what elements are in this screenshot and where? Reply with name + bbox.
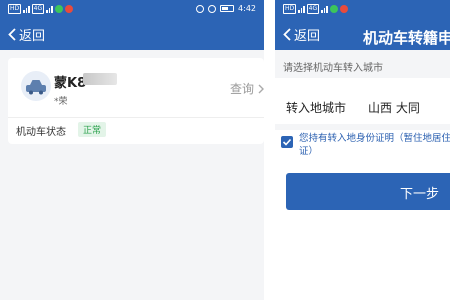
signal-icon (46, 5, 53, 13)
network-hd-badge: HD (283, 4, 297, 14)
section-separator (275, 124, 450, 130)
select-city-hint: 请选择机动车转入城市 (283, 63, 383, 74)
next-button[interactable]: 下一步 (286, 173, 450, 210)
signal-icon (321, 5, 328, 13)
battery-icon (220, 5, 235, 12)
back-button[interactable]: 返回 (283, 25, 320, 44)
id-proof-text: 您持有转入地身份证明（暂住地居住证） (299, 133, 450, 157)
city-value[interactable]: 山西 大同 (368, 99, 420, 116)
right-phone-screen: HD 4G 返回 机动车转籍申 请选择机动车转入城市 转入地城市 山西 大同 您… (275, 0, 450, 300)
divider (8, 117, 264, 118)
alert-icon (64, 5, 73, 13)
nav-bar: 返回 机动车转籍申 (275, 22, 450, 50)
network-4g-badge: 4G (306, 4, 320, 14)
wechat-icon (54, 5, 63, 13)
back-label: 返回 (19, 29, 46, 44)
chevron-left-icon (8, 28, 16, 41)
city-label: 转入地城市 (286, 101, 347, 115)
vehicle-card: 蒙K8 *荣 查询 机动车状态 正常 (8, 58, 264, 144)
back-button[interactable]: 返回 (8, 25, 45, 44)
network-hd-badge: HD (8, 4, 22, 14)
status-bar: HD 4G 4:42 (0, 0, 264, 18)
clock-time: 4:42 (238, 4, 256, 13)
checkmark-icon (282, 138, 292, 146)
masked-plate (83, 73, 117, 85)
location-icon (208, 4, 217, 13)
city-select-row[interactable]: 转入地城市 山西 大同 (275, 84, 450, 124)
page-title: 机动车转籍申 (363, 29, 450, 47)
query-label: 查询 (230, 82, 255, 96)
car-icon (21, 71, 51, 101)
back-label: 返回 (294, 29, 321, 44)
signal-icon (23, 5, 30, 13)
left-phone-screen: HD 4G 4:42 返回 蒙K8 *荣 查询 机动车状态 正常 (0, 0, 264, 300)
nav-bar: 返回 (0, 22, 264, 50)
screen-gap (264, 0, 275, 300)
network-4g-badge: 4G (31, 4, 45, 14)
hint-row: 请选择机动车转入城市 (275, 50, 450, 78)
next-label: 下一步 (400, 187, 440, 202)
chevron-left-icon (283, 28, 291, 41)
status-bar: HD 4G (275, 0, 450, 18)
owner-name: *荣 (54, 97, 68, 107)
alarm-icon (196, 4, 205, 13)
vehicle-status-label: 机动车状态 (16, 127, 66, 138)
plate-number: 蒙K8 (54, 76, 87, 91)
wechat-icon (329, 5, 338, 13)
alert-icon (339, 5, 348, 13)
signal-icon (298, 5, 305, 13)
id-proof-checkbox[interactable] (281, 136, 293, 148)
query-button[interactable]: 查询 (230, 80, 264, 97)
status-badge: 正常 (78, 122, 107, 137)
